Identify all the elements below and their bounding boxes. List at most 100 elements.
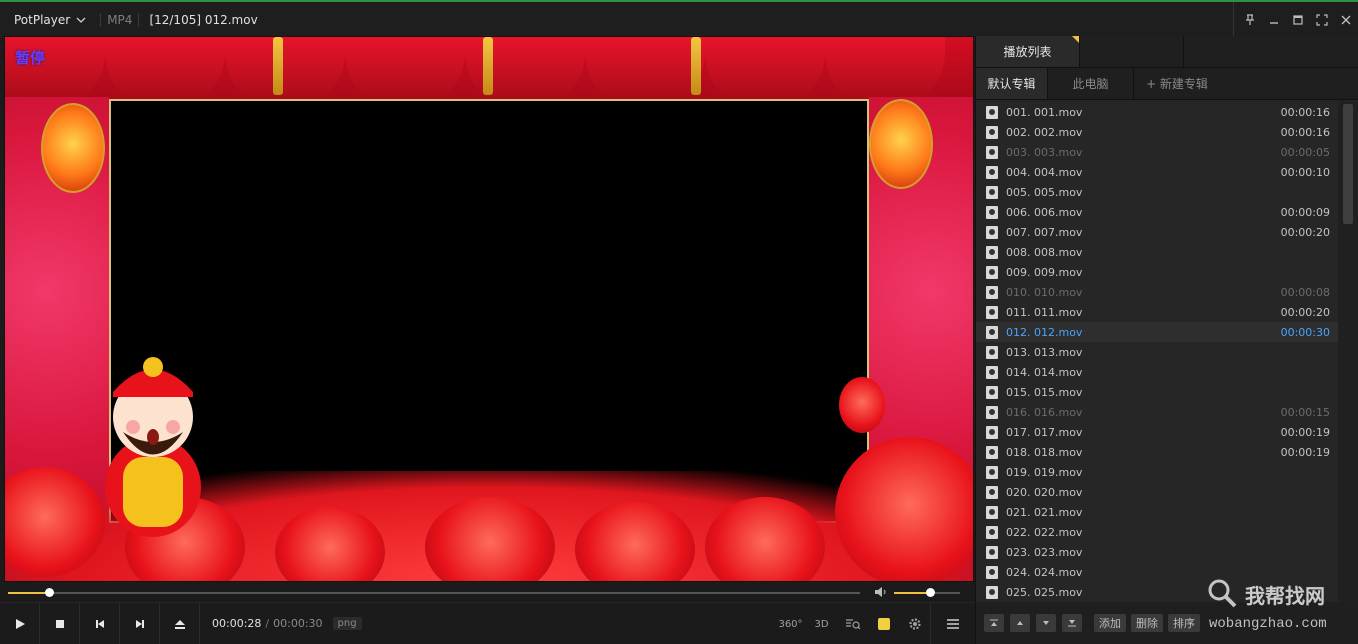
video-tassel — [483, 37, 493, 95]
playlist-list[interactable]: 001. 001.mov 00:00:16 002. 002.mov 00:00:16… — [976, 102, 1338, 602]
open-file-button[interactable] — [160, 602, 200, 644]
app-menu-button[interactable]: PotPlayer — [0, 2, 94, 38]
tab-this-pc[interactable]: 此电脑 — [1048, 68, 1134, 99]
minimize-button[interactable] — [1262, 8, 1286, 32]
playlist-item[interactable]: 015. 015.mov — [976, 382, 1338, 402]
playlist-item[interactable]: 023. 023.mov — [976, 542, 1338, 562]
volume-slider-knob[interactable] — [926, 588, 936, 597]
playlist-item-name: 013. 013.mov — [1006, 345, 1083, 359]
file-title: [12/105] 012.mov — [149, 13, 258, 27]
seek-bar-knob[interactable] — [44, 588, 54, 597]
playlist-item-name: 003. 003.mov — [1006, 145, 1083, 159]
playlist-item[interactable]: 014. 014.mov — [976, 362, 1338, 382]
tab-playlist[interactable]: 播放列表 — [976, 36, 1080, 67]
next-button[interactable] — [120, 602, 160, 644]
playlist-item[interactable]: 004. 004.mov 00:00:10 — [976, 162, 1338, 182]
move-bottom-button[interactable] — [1062, 614, 1082, 632]
album-tabs: 默认专辑 此电脑 + 新建专辑 — [976, 68, 1358, 100]
playlist-item[interactable]: 002. 002.mov 00:00:16 — [976, 122, 1338, 142]
hamburger-menu-icon — [946, 619, 959, 629]
video-file-icon — [986, 285, 998, 299]
settings-button[interactable] — [899, 603, 930, 644]
playlist-item[interactable]: 005. 005.mov — [976, 182, 1338, 202]
search-list-icon — [845, 619, 860, 630]
vr-360-button[interactable]: 360° — [775, 603, 806, 644]
seek-bar[interactable] — [8, 588, 860, 597]
move-up-button[interactable] — [1010, 614, 1030, 632]
move-down-button[interactable] — [1036, 614, 1056, 632]
menu-button[interactable] — [930, 603, 974, 644]
play-button[interactable] — [0, 602, 40, 644]
playlist-item[interactable]: 019. 019.mov — [976, 462, 1338, 482]
playlist-item[interactable]: 016. 016.mov 00:00:15 — [976, 402, 1338, 422]
playlist-item[interactable]: 020. 020.mov — [976, 482, 1338, 502]
playlist-item[interactable]: 022. 022.mov — [976, 522, 1338, 542]
playlist-item[interactable]: 013. 013.mov — [976, 342, 1338, 362]
playlist-item-name: 008. 008.mov — [1006, 245, 1083, 259]
playlist-item[interactable]: 018. 018.mov 00:00:19 — [976, 442, 1338, 462]
pause-osd: 暂停 — [15, 49, 46, 67]
pin-icon — [1246, 14, 1254, 25]
playlist-item[interactable]: 008. 008.mov — [976, 242, 1338, 262]
volume-icon[interactable] — [874, 586, 888, 598]
playlist-item[interactable]: 011. 011.mov 00:00:20 — [976, 302, 1338, 322]
delete-button[interactable]: 删除 — [1131, 614, 1163, 632]
video-file-icon — [986, 245, 998, 259]
pin-button[interactable] — [1238, 8, 1262, 32]
subtitle-button[interactable] — [868, 603, 899, 644]
move-top-button[interactable] — [984, 614, 1004, 632]
playlist-item[interactable]: 017. 017.mov 00:00:19 — [976, 422, 1338, 442]
playlist-item[interactable]: 006. 006.mov 00:00:09 — [976, 202, 1338, 222]
maximize-button[interactable] — [1286, 8, 1310, 32]
video-file-icon — [986, 585, 998, 599]
fullscreen-button[interactable] — [1310, 8, 1334, 32]
playlist-item-duration: 00:00:16 — [1280, 105, 1330, 119]
title-separator — [100, 13, 102, 27]
playlist-item[interactable]: 010. 010.mov 00:00:08 — [976, 282, 1338, 302]
seek-bar-fill — [8, 592, 49, 594]
sort-button[interactable]: 排序 — [1168, 614, 1200, 632]
video-area[interactable]: 暂停 — [4, 36, 974, 582]
minimize-icon — [1270, 22, 1278, 24]
capture-format-badge[interactable]: png — [332, 617, 362, 630]
right-tools: 360° 3D — [775, 603, 974, 644]
playlist-item[interactable]: 009. 009.mov — [976, 262, 1338, 282]
video-file-icon — [986, 225, 998, 239]
playlist-item-name: 016. 016.mov — [1006, 405, 1083, 419]
current-time[interactable]: 00:00:28 — [212, 617, 261, 630]
move-up-icon — [1017, 621, 1023, 625]
control-bar: 00:00:28 / 00:00:30 png 360° 3D — [0, 602, 974, 644]
playlist-item-name: 021. 021.mov — [1006, 505, 1083, 519]
video-file-icon — [986, 125, 998, 139]
stop-button[interactable] — [40, 602, 80, 644]
playlist-item[interactable]: 003. 003.mov 00:00:05 — [976, 142, 1338, 162]
search-subtitle-button[interactable] — [837, 603, 868, 644]
move-down-icon — [1043, 621, 1049, 625]
playlist-item[interactable]: 012. 012.mov 00:00:30 — [976, 322, 1338, 342]
playlist-item-duration: 00:00:19 — [1280, 425, 1330, 439]
3d-label: 3D — [814, 618, 829, 630]
playlist-item[interactable]: 021. 021.mov — [976, 502, 1338, 522]
video-file-icon — [986, 345, 998, 359]
playlist-item-name: 002. 002.mov — [1006, 125, 1083, 139]
close-button[interactable] — [1334, 8, 1358, 32]
playlist-scrollbar[interactable] — [1338, 102, 1358, 602]
watermark: 我帮找网 wobangzhao.com — [1205, 576, 1355, 638]
video-file-icon — [986, 405, 998, 419]
skip-previous-icon — [95, 619, 104, 628]
previous-button[interactable] — [80, 602, 120, 644]
playlist-item[interactable]: 007. 007.mov 00:00:20 — [976, 222, 1338, 242]
total-time[interactable]: 00:00:30 — [273, 617, 322, 630]
playlist-scrollbar-thumb[interactable] — [1343, 104, 1353, 224]
video-file-icon — [986, 385, 998, 399]
playlist-item-name: 007. 007.mov — [1006, 225, 1083, 239]
eject-icon — [174, 619, 185, 629]
volume-slider[interactable] — [894, 588, 960, 597]
playlist-item[interactable]: 001. 001.mov 00:00:16 — [976, 102, 1338, 122]
tab-default-album[interactable]: 默认专辑 — [976, 68, 1048, 99]
tab-new-album[interactable]: + 新建专辑 — [1134, 68, 1220, 99]
3d-button[interactable]: 3D — [806, 603, 837, 644]
add-button[interactable]: 添加 — [1094, 614, 1126, 632]
video-file-icon — [986, 205, 998, 219]
vr-360-label: 360° — [778, 618, 803, 630]
